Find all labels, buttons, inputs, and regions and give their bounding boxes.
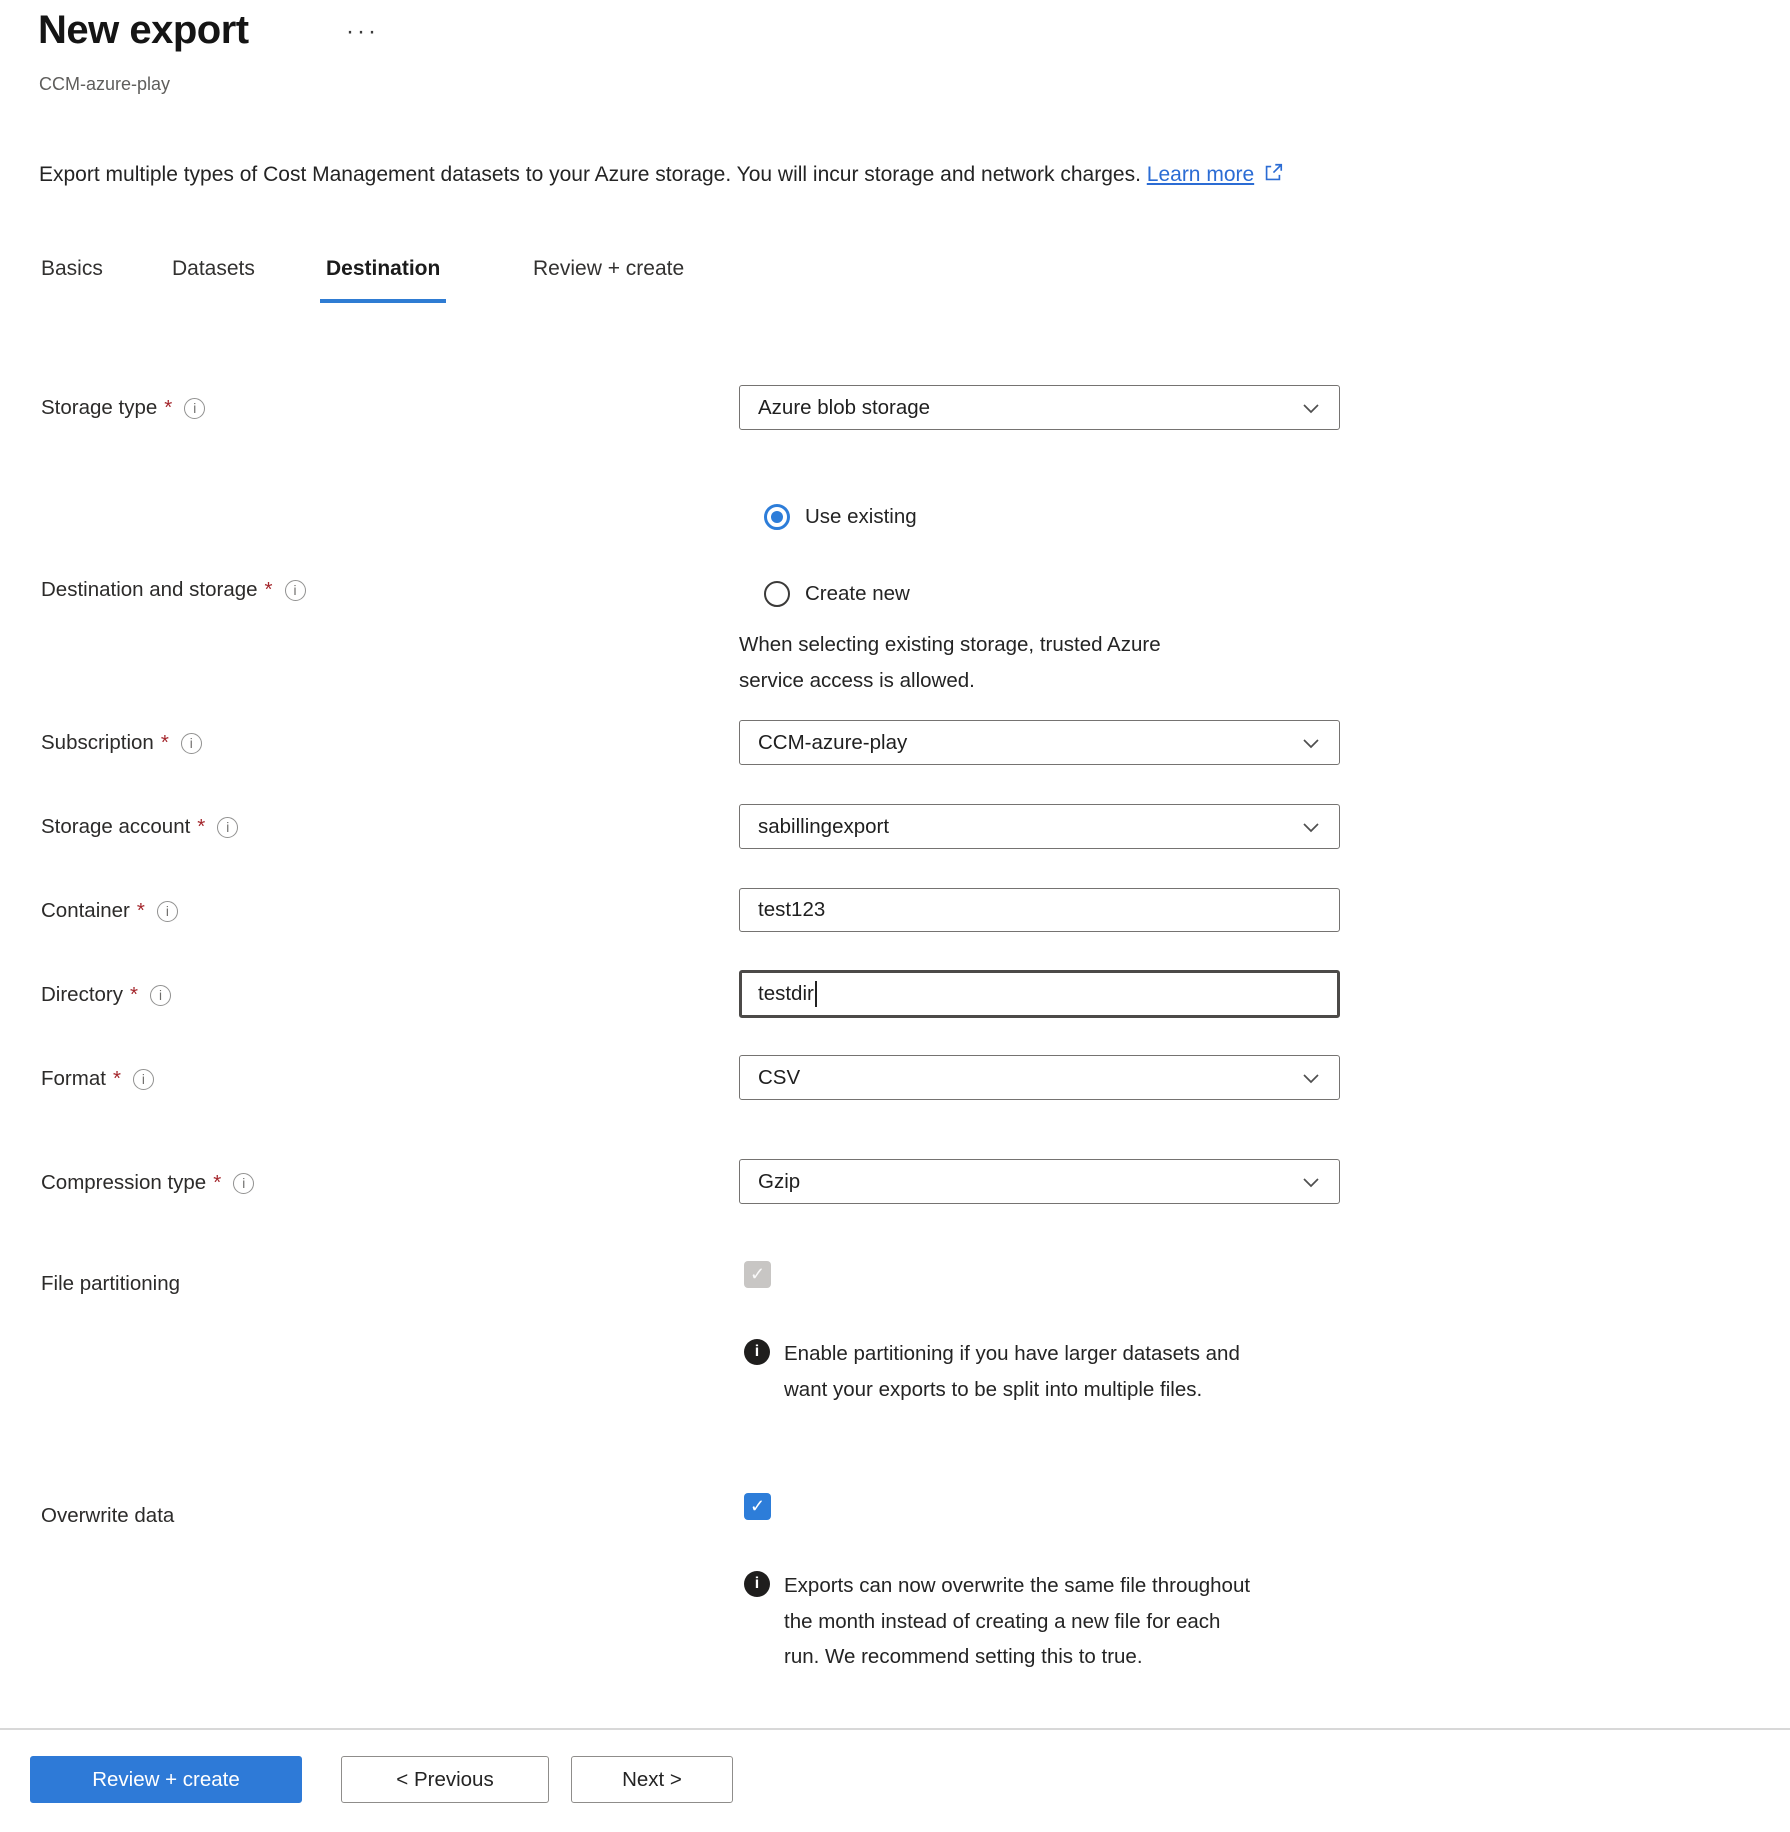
info-icon[interactable]: i xyxy=(233,1173,254,1194)
info-filled-icon: i xyxy=(744,1339,770,1365)
chevron-down-icon xyxy=(1299,396,1323,420)
storage-type-dropdown[interactable]: Azure blob storage xyxy=(739,385,1340,430)
more-options-icon[interactable]: ··· xyxy=(346,18,379,46)
description-text: Export multiple types of Cost Management… xyxy=(39,163,1141,186)
required-asterisk: * xyxy=(265,578,273,602)
compression-type-dropdown[interactable]: Gzip xyxy=(739,1159,1340,1204)
page-description: Export multiple types of Cost Management… xyxy=(39,162,1284,190)
check-icon: ✓ xyxy=(750,1264,765,1285)
destination-storage-label: Destination and storage * i xyxy=(41,578,306,602)
chevron-down-icon xyxy=(1299,1066,1323,1090)
info-icon[interactable]: i xyxy=(285,580,306,601)
previous-button[interactable]: < Previous xyxy=(341,1756,549,1803)
container-label: Container * i xyxy=(41,899,178,923)
overwrite-data-checkbox[interactable]: ✓ xyxy=(744,1493,771,1520)
file-partitioning-note: Enable partitioning if you have larger d… xyxy=(784,1336,1258,1407)
tab-datasets[interactable]: Datasets xyxy=(172,257,255,281)
review-create-button[interactable]: Review + create xyxy=(30,1756,302,1803)
info-icon[interactable]: i xyxy=(157,901,178,922)
info-icon[interactable]: i xyxy=(181,733,202,754)
file-partitioning-checkbox: ✓ xyxy=(744,1261,771,1288)
format-label: Format * i xyxy=(41,1067,154,1091)
tab-basics[interactable]: Basics xyxy=(41,257,103,281)
overwrite-data-note: Exports can now overwrite the same file … xyxy=(784,1568,1258,1675)
format-dropdown[interactable]: CSV xyxy=(739,1055,1340,1100)
info-icon[interactable]: i xyxy=(133,1069,154,1090)
required-asterisk: * xyxy=(197,815,205,839)
required-asterisk: * xyxy=(161,731,169,755)
next-button[interactable]: Next > xyxy=(571,1756,733,1803)
page-title: New export xyxy=(38,8,249,53)
info-filled-icon: i xyxy=(744,1571,770,1597)
storage-account-dropdown[interactable]: sabillingexport xyxy=(739,804,1340,849)
destination-storage-helper: When selecting existing storage, trusted… xyxy=(739,627,1219,698)
tab-review-create[interactable]: Review + create xyxy=(533,257,684,281)
radio-use-existing[interactable]: Use existing xyxy=(764,504,917,530)
radio-create-new[interactable]: Create new xyxy=(764,581,910,607)
container-input[interactable]: test123 xyxy=(739,888,1340,932)
required-asterisk: * xyxy=(130,983,138,1007)
subscription-label: Subscription * i xyxy=(41,731,202,755)
required-asterisk: * xyxy=(137,899,145,923)
chevron-down-icon xyxy=(1299,815,1323,839)
overwrite-data-label: Overwrite data xyxy=(41,1504,174,1528)
info-icon[interactable]: i xyxy=(184,398,205,419)
scope-subtitle: CCM-azure-play xyxy=(39,74,170,95)
directory-input[interactable]: testdir xyxy=(739,970,1340,1018)
radio-selected-icon xyxy=(764,504,790,530)
subscription-dropdown[interactable]: CCM-azure-play xyxy=(739,720,1340,765)
chevron-down-icon xyxy=(1299,731,1323,755)
new-export-page: New export ··· CCM-azure-play Export mul… xyxy=(0,0,1790,1832)
chevron-down-icon xyxy=(1299,1170,1323,1194)
info-icon[interactable]: i xyxy=(217,817,238,838)
radio-unselected-icon xyxy=(764,581,790,607)
footer-divider xyxy=(0,1728,1790,1730)
compression-type-label: Compression type * i xyxy=(41,1171,254,1195)
check-icon: ✓ xyxy=(750,1496,765,1517)
active-tab-underline xyxy=(320,299,446,303)
learn-more-link[interactable]: Learn more xyxy=(1147,163,1254,186)
external-link-icon xyxy=(1262,162,1284,190)
directory-label: Directory * i xyxy=(41,983,171,1007)
required-asterisk: * xyxy=(113,1067,121,1091)
storage-type-label: Storage type * i xyxy=(41,396,205,420)
required-asterisk: * xyxy=(213,1171,221,1195)
tab-destination[interactable]: Destination xyxy=(326,257,440,281)
text-cursor xyxy=(815,981,817,1007)
file-partitioning-label: File partitioning xyxy=(41,1272,180,1296)
info-icon[interactable]: i xyxy=(150,985,171,1006)
required-asterisk: * xyxy=(164,396,172,420)
storage-account-label: Storage account * i xyxy=(41,815,238,839)
